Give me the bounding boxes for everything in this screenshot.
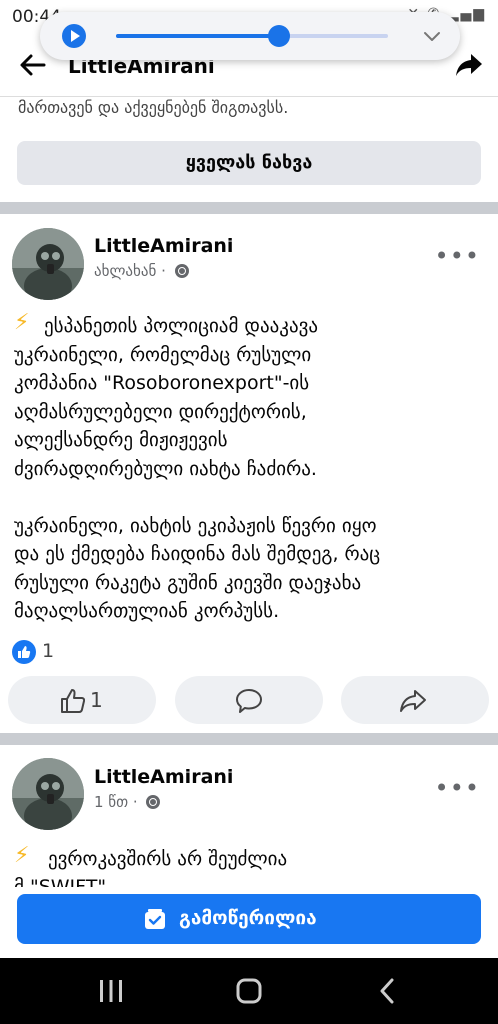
chevron-down-icon[interactable] xyxy=(422,26,442,46)
play-icon[interactable] xyxy=(62,24,86,48)
meta-dot: · xyxy=(161,262,166,280)
like-count: 1 xyxy=(90,688,103,712)
share-button[interactable] xyxy=(341,676,489,724)
progress-knob[interactable] xyxy=(268,25,291,47)
post-separator xyxy=(0,733,498,745)
reaction-count[interactable]: 1 xyxy=(42,640,54,662)
globe-icon xyxy=(174,264,189,278)
back-nav-icon[interactable] xyxy=(378,978,396,1004)
like-button[interactable]: 1 xyxy=(8,676,156,724)
thumbs-up-icon xyxy=(61,689,86,713)
share-arrow-icon[interactable] xyxy=(454,50,484,80)
home-icon[interactable] xyxy=(236,978,262,1004)
progress-fill xyxy=(116,34,280,38)
back-arrow-icon[interactable] xyxy=(18,50,48,80)
subscribed-label: გამოწერილია xyxy=(179,907,317,929)
more-options-icon[interactable]: ••• xyxy=(435,774,480,802)
see-all-button[interactable]: ყველას ნახვა xyxy=(17,141,481,185)
post-time[interactable]: 1 წთ xyxy=(94,793,128,811)
post-time[interactable]: ახლახან xyxy=(94,262,156,280)
subscribed-check-icon xyxy=(145,909,165,929)
post-separator xyxy=(0,202,498,214)
post-text: ევროკავშირს არ შეუძლია xyxy=(48,848,288,870)
avatar[interactable] xyxy=(12,758,84,830)
more-options-icon[interactable]: ••• xyxy=(435,242,480,270)
progress-track[interactable] xyxy=(116,25,388,47)
avatar[interactable] xyxy=(12,228,84,300)
recent-apps-icon[interactable] xyxy=(98,980,124,1002)
post-text: ესპანეთის პოლიციამ დააკავა უკრაინელი, რო… xyxy=(14,315,381,622)
audio-player xyxy=(40,12,460,60)
share-icon xyxy=(400,690,426,712)
subscribed-button[interactable]: გამოწერილია xyxy=(17,894,481,944)
lightning-icon: ⚡ xyxy=(14,843,30,868)
meta-dot: · xyxy=(132,793,138,811)
like-reaction-icon[interactable] xyxy=(12,640,36,664)
post-author[interactable]: LittleAmirani xyxy=(94,766,233,788)
comment-button[interactable] xyxy=(175,676,323,724)
comment-icon xyxy=(236,689,262,713)
globe-icon xyxy=(146,795,161,809)
android-nav-bar xyxy=(0,958,498,1024)
post-author[interactable]: LittleAmirani xyxy=(94,235,233,257)
post-text-cut: მ "SWIFT" xyxy=(14,876,107,887)
prev-post-snippet: მართავენ და აქვეყნებენ შიგთავსს. xyxy=(18,98,289,117)
